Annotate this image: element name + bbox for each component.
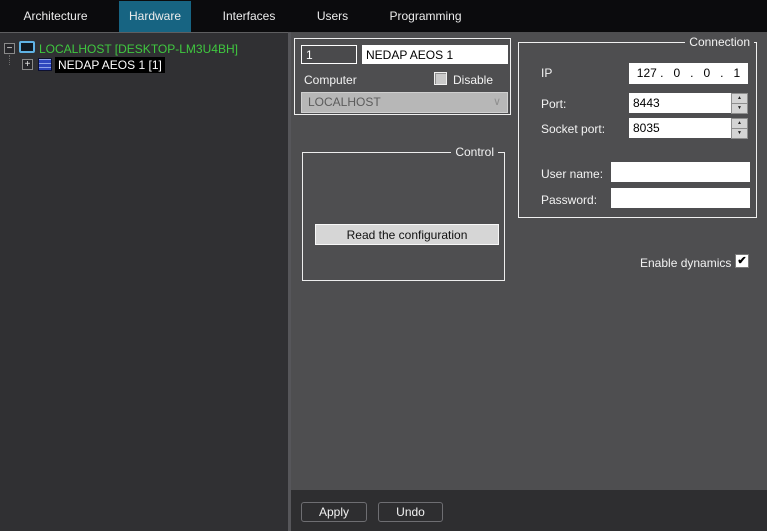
enable-dynamics-label: Enable dynamics xyxy=(640,256,732,270)
socket-spin-down-icon[interactable]: ▼ xyxy=(732,129,747,138)
socket-port-label: Socket port: xyxy=(541,122,606,136)
connection-groupbox: Connection IP 127 . 0 . 0 . 1 Port: ▲ ▼ … xyxy=(518,35,757,218)
tab-bar: Architecture Hardware Interfaces Users P… xyxy=(0,0,767,32)
expand-expander-icon[interactable]: + xyxy=(22,59,33,70)
computer-label: Computer xyxy=(304,73,357,87)
device-id-input[interactable] xyxy=(301,45,357,64)
identity-groupbox: Computer Disable LOCALHOST ∨ xyxy=(294,38,511,115)
port-label: Port: xyxy=(541,97,567,111)
computer-icon xyxy=(19,41,35,53)
undo-button[interactable]: Undo xyxy=(378,502,443,522)
username-label: User name: xyxy=(541,167,604,181)
port-input[interactable] xyxy=(629,93,732,113)
action-bar: Apply Undo xyxy=(291,490,767,531)
tab-architecture[interactable]: Architecture xyxy=(8,1,103,32)
socket-spin-up-icon[interactable]: ▲ xyxy=(732,119,747,129)
socket-port-input[interactable] xyxy=(629,118,732,138)
tab-programming[interactable]: Programming xyxy=(384,1,467,32)
port-spin-up-icon[interactable]: ▲ xyxy=(732,94,747,104)
tree-connector-line xyxy=(9,55,10,65)
tree-item-nedap-aeos[interactable]: NEDAP AEOS 1 [1] xyxy=(55,57,165,73)
control-group-title: Control xyxy=(451,145,498,160)
tab-users[interactable]: Users xyxy=(304,1,361,32)
username-input[interactable] xyxy=(611,162,750,182)
hardware-tree-panel: − LOCALHOST [DESKTOP-LM3U4BH] + NEDAP AE… xyxy=(0,32,288,531)
socket-port-spinner: ▲ ▼ xyxy=(731,118,748,139)
port-spinner: ▲ ▼ xyxy=(731,93,748,114)
ip-label: IP xyxy=(541,66,553,80)
disable-checkbox[interactable] xyxy=(434,72,447,85)
computer-dropdown[interactable]: LOCALHOST ∨ xyxy=(301,92,508,113)
tab-hardware[interactable]: Hardware xyxy=(119,1,191,32)
apply-button[interactable]: Apply xyxy=(301,502,367,522)
tab-interfaces[interactable]: Interfaces xyxy=(211,1,287,32)
checkmark-icon: ✔ xyxy=(737,255,747,267)
port-spin-down-icon[interactable]: ▼ xyxy=(732,104,747,113)
tree-item-localhost[interactable]: LOCALHOST [DESKTOP-LM3U4BH] xyxy=(39,42,238,56)
server-icon xyxy=(38,58,52,71)
computer-dropdown-value: LOCALHOST xyxy=(308,95,381,109)
disable-label: Disable xyxy=(453,73,494,87)
password-input[interactable] xyxy=(611,188,750,208)
ip-address-field[interactable]: 127 . 0 . 0 . 1 xyxy=(629,63,748,84)
hardware-config-window: { "tabs": [ { "label": "Architecture", "… xyxy=(0,0,767,531)
control-groupbox: Control Read the configuration xyxy=(302,145,505,281)
read-configuration-button[interactable]: Read the configuration xyxy=(315,224,499,245)
password-label: Password: xyxy=(541,193,598,207)
chevron-down-icon: ∨ xyxy=(492,96,501,108)
collapse-expander-icon[interactable]: − xyxy=(4,43,15,54)
enable-dynamics-checkbox[interactable]: ✔ xyxy=(735,254,749,268)
device-name-input[interactable] xyxy=(362,45,508,64)
connection-group-title: Connection xyxy=(685,35,754,50)
